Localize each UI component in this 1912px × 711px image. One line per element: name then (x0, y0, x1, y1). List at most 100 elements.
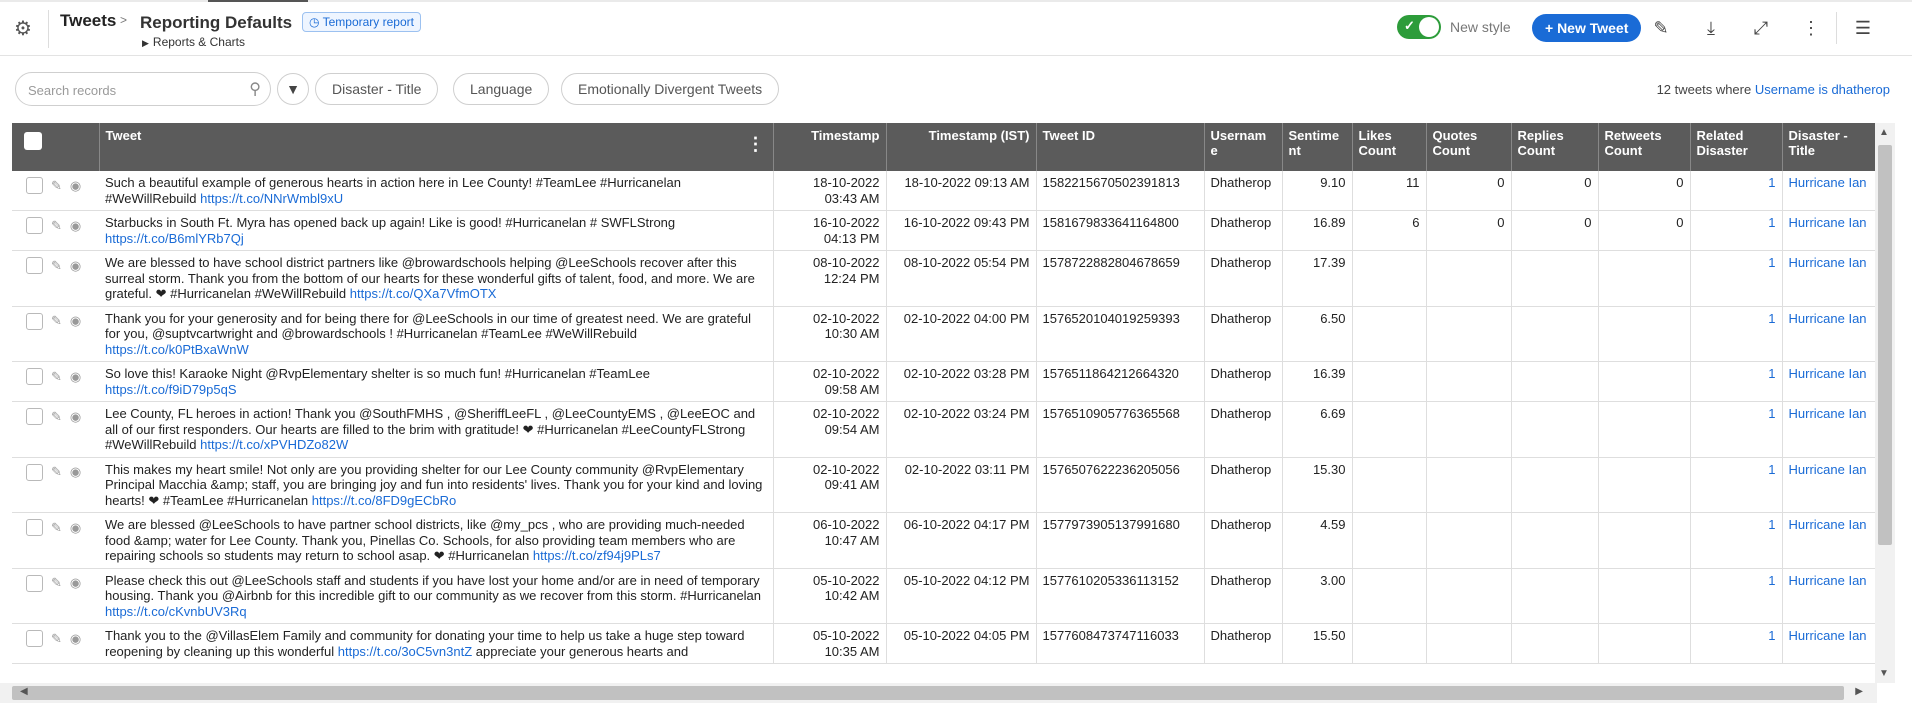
expand-icon[interactable]: ⤢ (1749, 16, 1773, 40)
disaster-title-link[interactable]: Hurricane Ian (1782, 306, 1875, 362)
view-eye-icon[interactable]: ◉ (70, 520, 81, 536)
edit-pencil-icon[interactable]: ✎ (51, 369, 62, 385)
column-header-quotes-count[interactable]: Quotes Count (1426, 123, 1512, 171)
edit-pencil-icon[interactable]: ✎ (51, 464, 62, 480)
edit-pencil-icon[interactable]: ✎ (51, 313, 62, 329)
related-disaster-link[interactable]: 1 (1690, 568, 1783, 624)
disaster-title-link[interactable]: Hurricane Ian (1782, 210, 1875, 251)
column-header-timestamp[interactable]: Timestamp (773, 123, 887, 171)
filter-pill-language[interactable]: Language (453, 73, 550, 105)
filter-condition-link[interactable]: Username is dhatherop (1755, 82, 1890, 97)
view-eye-icon[interactable]: ◉ (70, 369, 81, 385)
table-row[interactable]: ✎ ◉ Thank you for your generosity and for … (12, 306, 1875, 362)
report-title[interactable]: Reporting Defaults (140, 13, 292, 33)
scroll-left-arrow-icon[interactable]: ◀ (20, 686, 28, 697)
scroll-up-arrow-icon[interactable]: ▲ (1879, 127, 1889, 138)
row-checkbox[interactable] (26, 630, 43, 648)
horizontal-scroll-thumb[interactable] (12, 686, 1844, 700)
column-header-tweet-id[interactable]: Tweet ID (1036, 123, 1205, 171)
related-disaster-link[interactable]: 1 (1690, 401, 1783, 458)
tweet-link[interactable]: https://t.co/k0PtBxaWnW (105, 342, 249, 357)
row-checkbox[interactable] (26, 217, 43, 235)
view-eye-icon[interactable]: ◉ (70, 218, 81, 234)
table-row[interactable]: ✎ ◉ So love this! Karaoke Night @RvpElemen… (12, 361, 1875, 402)
table-row[interactable]: ✎ ◉ We are blessed to have school district… (12, 250, 1875, 307)
row-checkbox[interactable] (26, 177, 43, 195)
tweet-link[interactable]: https://t.co/cKvnbUV3Rq (105, 604, 247, 619)
new-style-toggle[interactable]: ✓ (1397, 15, 1441, 39)
view-eye-icon[interactable]: ◉ (70, 313, 81, 329)
tweet-link[interactable]: https://t.co/3oC5vn3ntZ (338, 644, 472, 659)
row-checkbox[interactable] (26, 574, 43, 592)
table-row[interactable]: ✎ ◉ Lee County, FL heroes in action! Thank… (12, 401, 1875, 458)
row-checkbox[interactable] (26, 257, 43, 275)
column-header-tweet[interactable]: Tweet ⋮ (99, 123, 774, 171)
search-input[interactable] (28, 80, 238, 100)
column-header-retweets-count[interactable]: Retweets Count (1598, 123, 1691, 171)
edit-pencil-icon[interactable]: ✎ (51, 178, 62, 194)
row-checkbox[interactable] (26, 312, 43, 330)
view-eye-icon[interactable]: ◉ (70, 409, 81, 425)
row-checkbox[interactable] (26, 519, 43, 537)
edit-pencil-icon[interactable]: ✎ (51, 218, 62, 234)
column-header-sentiment[interactable]: Sentime nt (1282, 123, 1353, 171)
view-eye-icon[interactable]: ◉ (70, 258, 81, 274)
disaster-title-link[interactable]: Hurricane Ian (1782, 171, 1875, 211)
tweet-link[interactable]: https://t.co/zf94j9PLs7 (533, 548, 661, 563)
scroll-right-arrow-icon[interactable]: ▶ (1855, 686, 1863, 697)
scroll-down-arrow-icon[interactable]: ▼ (1879, 668, 1889, 679)
related-disaster-link[interactable]: 1 (1690, 361, 1783, 402)
view-eye-icon[interactable]: ◉ (70, 631, 81, 647)
column-header-related-disaster[interactable]: Related Disaster (1690, 123, 1783, 171)
tweet-link[interactable]: https://t.co/QXa7VfmOTX (350, 286, 497, 301)
filter-button[interactable]: ▼ (277, 73, 309, 105)
related-disaster-link[interactable]: 1 (1690, 457, 1783, 513)
related-disaster-link[interactable]: 1 (1690, 210, 1783, 251)
app-title[interactable]: Tweets (60, 11, 116, 31)
search-icon[interactable]: ⚲ (249, 79, 261, 99)
table-row[interactable]: ✎ ◉ Please check this out @LeeSchools staf… (12, 568, 1875, 624)
column-header-timestamp-ist[interactable]: Timestamp (IST) (886, 123, 1037, 171)
related-disaster-link[interactable]: 1 (1690, 623, 1783, 664)
view-eye-icon[interactable]: ◉ (70, 178, 81, 194)
table-row[interactable]: ✎ ◉ We are blessed @LeeSchools to have par… (12, 512, 1875, 569)
view-eye-icon[interactable]: ◉ (70, 464, 81, 480)
tweet-link[interactable]: https://t.co/xPVHDZo82W (200, 437, 348, 452)
row-checkbox[interactable] (26, 368, 43, 386)
new-tweet-button[interactable]: + New Tweet (1532, 14, 1642, 42)
row-checkbox[interactable] (26, 463, 43, 481)
filter-pill-disaster-title[interactable]: Disaster - Title (315, 73, 439, 105)
related-disaster-link[interactable]: 1 (1690, 171, 1783, 211)
row-checkbox[interactable] (26, 408, 43, 426)
edit-layout-icon[interactable]: ✎ (1649, 16, 1673, 40)
disaster-title-link[interactable]: Hurricane Ian (1782, 512, 1875, 569)
edit-pencil-icon[interactable]: ✎ (51, 631, 62, 647)
disaster-title-link[interactable]: Hurricane Ian (1782, 457, 1875, 513)
select-all-checkbox[interactable] (24, 132, 42, 150)
column-header-replies-count[interactable]: Replies Count (1511, 123, 1599, 171)
disaster-title-link[interactable]: Hurricane Ian (1782, 361, 1875, 402)
column-menu-icon[interactable]: ⋮ (747, 135, 765, 153)
download-icon[interactable]: ⤓ (1699, 16, 1723, 40)
reports-charts-toggle[interactable]: ▶ Reports & Charts (142, 35, 245, 49)
edit-pencil-icon[interactable]: ✎ (51, 520, 62, 536)
vertical-scroll-thumb[interactable] (1878, 145, 1892, 545)
tweet-link[interactable]: https://t.co/f9iD79p5qS (105, 382, 237, 397)
gear-icon[interactable]: ⚙ (12, 18, 34, 40)
more-vertical-icon[interactable]: ⋮ (1799, 16, 1823, 40)
filter-pill-emotionally-divergent[interactable]: Emotionally Divergent Tweets (561, 73, 780, 105)
disaster-title-link[interactable]: Hurricane Ian (1782, 623, 1875, 664)
column-header-username[interactable]: Usernam e (1204, 123, 1283, 171)
table-row[interactable]: ✎ ◉ Thank you to the @VillasElem Family an… (12, 623, 1875, 664)
horizontal-scrollbar[interactable]: ◀ ▶ (0, 683, 1877, 703)
view-eye-icon[interactable]: ◉ (70, 575, 81, 591)
column-header-disaster-title[interactable]: Disaster - Title (1782, 123, 1875, 171)
table-row[interactable]: ✎ ◉ This makes my heart smile! Not only ar… (12, 457, 1875, 513)
temporary-report-badge[interactable]: ◷ Temporary report (302, 12, 421, 32)
tweet-link[interactable]: https://t.co/8FD9gECbRo (312, 493, 457, 508)
related-disaster-link[interactable]: 1 (1690, 306, 1783, 362)
disaster-title-link[interactable]: Hurricane Ian (1782, 401, 1875, 458)
disaster-title-link[interactable]: Hurricane Ian (1782, 250, 1875, 307)
edit-pencil-icon[interactable]: ✎ (51, 409, 62, 425)
column-header-likes-count[interactable]: Likes Count (1352, 123, 1427, 171)
